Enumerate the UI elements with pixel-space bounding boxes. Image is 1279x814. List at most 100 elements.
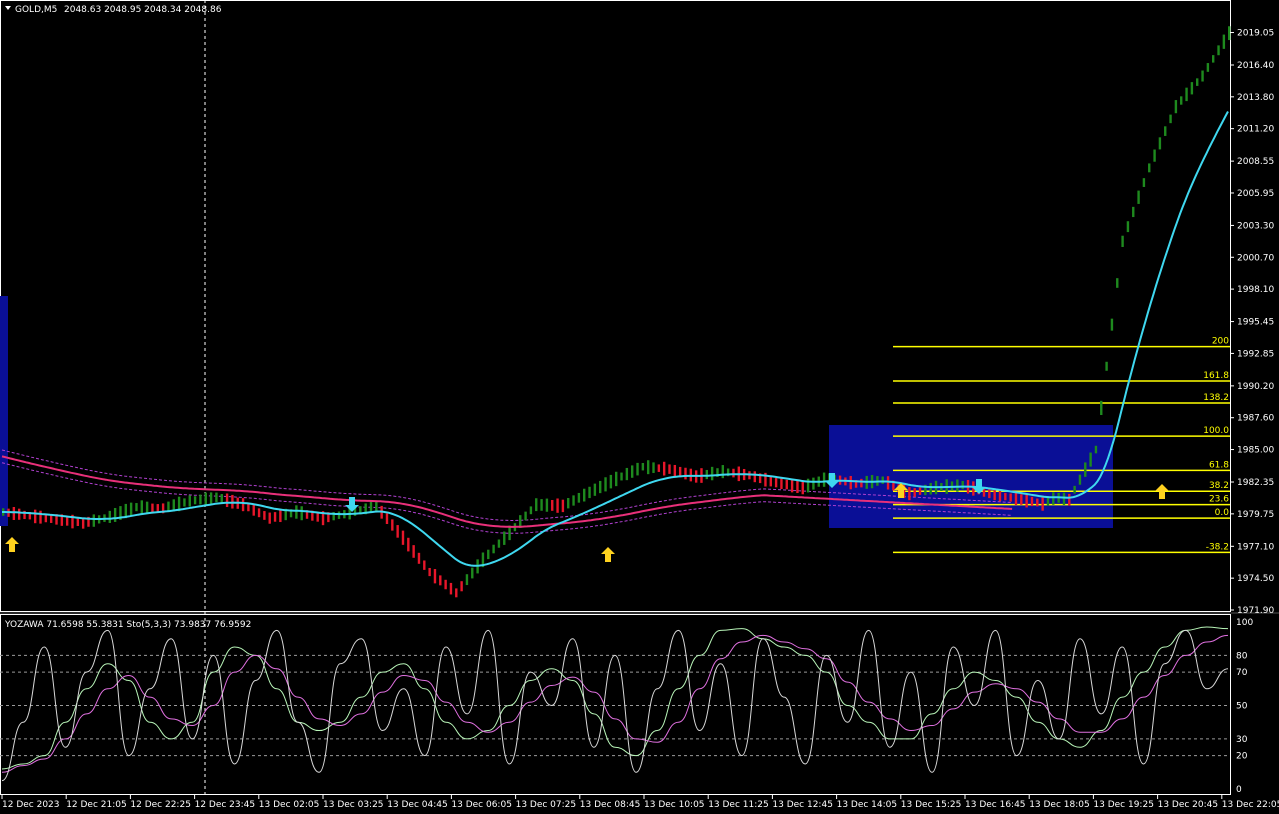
time-tick-label: 13 Dec 12:45 — [772, 800, 833, 810]
candle — [769, 475, 772, 487]
fib-level-label: 200 — [1212, 337, 1229, 347]
price-tick-label: 2013.80 — [1237, 93, 1274, 103]
candle — [609, 474, 613, 489]
oscillator-tick-label: 70 — [1236, 668, 1248, 678]
oscillator-lines — [1, 626, 1229, 782]
candle — [956, 479, 959, 492]
oscillator-tick-label: 80 — [1236, 651, 1248, 661]
candle — [593, 483, 597, 496]
price-tick-label: 1990.20 — [1237, 382, 1274, 392]
candle — [1158, 137, 1162, 150]
candle — [822, 472, 826, 487]
candle — [252, 504, 255, 516]
candle — [1041, 496, 1044, 511]
candle — [599, 480, 602, 494]
price-tick-label: 1977.10 — [1237, 542, 1274, 552]
collapse-arrow-icon[interactable] — [5, 6, 11, 10]
candle — [151, 503, 154, 513]
buy-arrow-icon — [5, 537, 19, 552]
candle — [401, 530, 405, 545]
candle — [780, 478, 783, 489]
candle — [140, 500, 143, 515]
symbol-label: GOLD,M5 — [15, 5, 57, 15]
candle — [487, 549, 490, 560]
candle — [1164, 126, 1167, 136]
candle — [1148, 163, 1151, 173]
candle — [988, 489, 991, 499]
candle — [1105, 361, 1108, 371]
oscillator-series-line — [1, 626, 1229, 770]
candle — [204, 492, 207, 506]
sub-pane-frame — [0, 614, 1231, 795]
candle — [615, 471, 618, 487]
buy-arrow-icon — [601, 547, 615, 562]
candle — [1116, 278, 1119, 288]
time-tick-label: 13 Dec 06:05 — [451, 800, 512, 810]
time-axis: 12 Dec 2023 12 Dec 21:05 12 Dec 22:25 12 De… — [1, 795, 1279, 810]
chart-window[interactable]: 200161.8138.2100.061.838.223.60.0-38.2 2… — [0, 0, 1279, 814]
candle — [92, 514, 96, 527]
candle — [439, 575, 442, 586]
candle — [193, 496, 197, 505]
fib-level-label: 100.0 — [1203, 426, 1229, 436]
candle — [551, 500, 554, 511]
candle — [1078, 474, 1082, 485]
time-tick-label: 13 Dec 22:05 — [1222, 800, 1279, 810]
candle — [1137, 190, 1140, 204]
candle — [529, 506, 533, 515]
price-tick-label: 2000.70 — [1237, 253, 1274, 263]
candle — [572, 495, 575, 506]
candle — [1094, 445, 1098, 454]
candle — [385, 513, 389, 524]
fib-level-label: 23.6 — [1209, 495, 1229, 505]
candle — [721, 465, 725, 479]
candle — [545, 498, 549, 512]
candle — [886, 476, 890, 490]
oscillator-tick-label: 50 — [1236, 702, 1248, 712]
candle — [577, 492, 581, 503]
candle — [225, 493, 229, 508]
candle — [732, 468, 735, 478]
candle — [1196, 78, 1199, 86]
candle — [774, 477, 778, 488]
oscillator-levels — [0, 654, 1230, 757]
candle — [113, 507, 117, 522]
moving-averages — [1, 111, 1229, 567]
price-tick-label: 1992.85 — [1237, 349, 1274, 359]
candle — [465, 574, 469, 586]
candle — [801, 480, 804, 495]
candle — [1025, 493, 1028, 508]
price-tick-label: 1971.90 — [1237, 606, 1274, 616]
candle — [1228, 26, 1231, 41]
candle — [1009, 493, 1012, 502]
candle — [812, 477, 815, 490]
candle — [33, 509, 37, 524]
candle — [417, 552, 421, 564]
candle — [433, 569, 437, 584]
left-volume-bar — [0, 296, 8, 526]
price-tick-label: 2008.55 — [1237, 157, 1274, 167]
candle — [646, 460, 650, 475]
time-tick-label: 13 Dec 14:05 — [837, 800, 898, 810]
candle — [183, 498, 186, 507]
candle — [1036, 498, 1039, 507]
time-tick-label: 13 Dec 15:25 — [901, 800, 962, 810]
price-tick-label: 1982.35 — [1237, 478, 1274, 488]
price-axis: 2019.05 2016.40 2013.80 2011.20 2008.55 2005.… — [1230, 29, 1274, 616]
candle — [17, 508, 21, 520]
price-tick-label: 2016.40 — [1237, 61, 1274, 71]
candle — [1201, 70, 1204, 82]
candle — [641, 462, 645, 471]
candle — [1212, 55, 1215, 63]
candle — [657, 464, 661, 472]
candle — [705, 469, 709, 480]
candle — [268, 512, 271, 524]
fib-level-label: 38.2 — [1209, 481, 1229, 491]
candle — [1206, 63, 1210, 72]
candle — [337, 511, 341, 519]
candle — [1068, 493, 1071, 506]
candle — [39, 510, 42, 524]
candle — [1110, 318, 1114, 331]
candle — [1121, 235, 1124, 247]
candle — [993, 489, 996, 501]
